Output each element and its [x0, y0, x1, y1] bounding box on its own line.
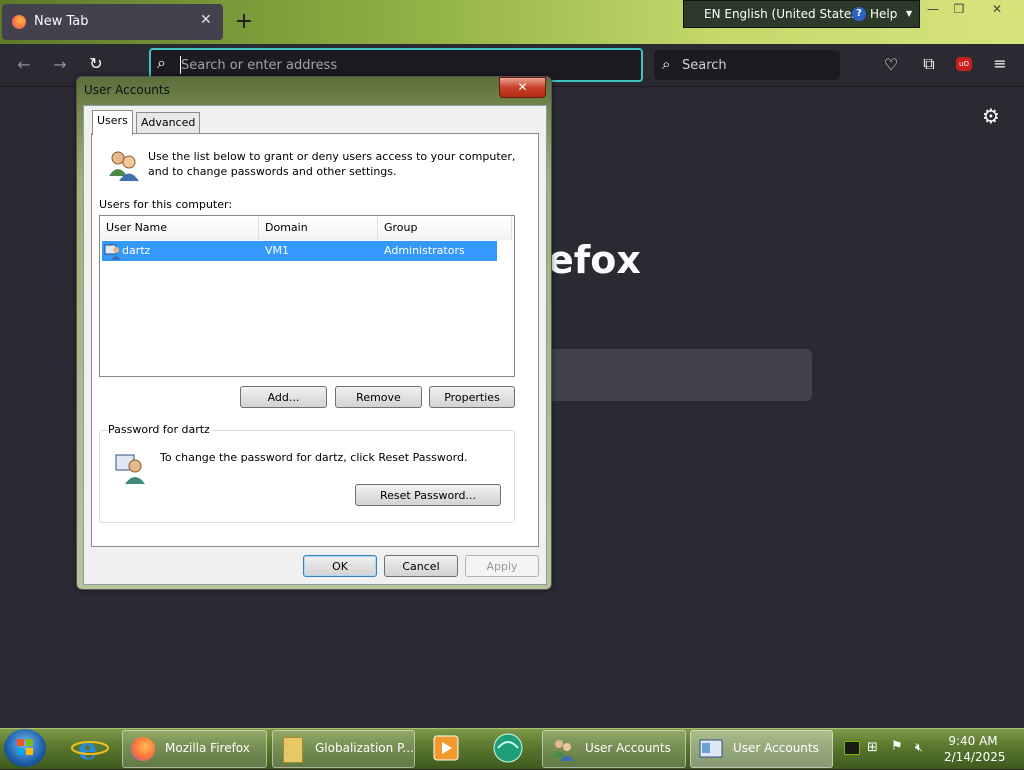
- column-header-user-name[interactable]: User Name: [100, 216, 259, 240]
- ublock-icon[interactable]: uO: [956, 57, 972, 71]
- users-label: Users for this computer:: [99, 198, 233, 211]
- window-close-button[interactable]: ✕: [984, 0, 1010, 18]
- svg-text:e: e: [78, 732, 97, 765]
- column-header-domain[interactable]: Domain: [259, 216, 378, 240]
- volume-muted-icon[interactable]: 🔇︎: [915, 740, 923, 755]
- add-button[interactable]: Add...: [240, 386, 327, 408]
- search-input[interactable]: Search: [682, 58, 727, 73]
- gear-icon[interactable]: ⚙: [982, 104, 1000, 128]
- cell-domain: VM1: [265, 244, 290, 257]
- firefox-icon: [12, 15, 26, 29]
- taskbar-item-label: User Accounts: [733, 741, 819, 755]
- password-group: Password for dartz To change the passwor…: [99, 423, 515, 523]
- reload-icon[interactable]: ↻: [86, 54, 106, 73]
- pocket-icon[interactable]: ♡: [880, 55, 902, 74]
- menu-icon[interactable]: ≡: [990, 54, 1010, 73]
- password-group-label: Password for dartz: [106, 423, 212, 436]
- search-icon: ⌕: [662, 55, 671, 73]
- clock[interactable]: 9:40 AM 2/14/2025: [944, 733, 1006, 765]
- cell-user-name: dartz: [122, 244, 151, 257]
- dialog-client: Users Advanced Use the list below to gra…: [83, 105, 547, 585]
- control-panel-icon: [699, 739, 723, 758]
- user-icon: [104, 244, 121, 260]
- users-list[interactable]: User Name Domain Group dartz VM1 Adminis…: [99, 215, 515, 377]
- windows-logo-icon: [17, 739, 33, 755]
- apply-button[interactable]: Apply: [465, 555, 539, 577]
- url-input[interactable]: Search or enter address: [181, 58, 337, 73]
- taskbar-item-user-accounts-2[interactable]: User Accounts: [690, 730, 833, 768]
- new-tab-button[interactable]: +: [232, 8, 256, 36]
- forward-arrow-icon[interactable]: →: [50, 55, 70, 74]
- search-bar[interactable]: ⌕ Search: [654, 50, 840, 80]
- user-monitor-icon: [115, 454, 145, 484]
- users-icon: [109, 151, 139, 181]
- remove-button[interactable]: Remove: [335, 386, 422, 408]
- start-button[interactable]: [4, 729, 46, 767]
- cell-group: Administrators: [384, 244, 465, 257]
- help-label[interactable]: Help: [870, 7, 897, 21]
- cancel-button[interactable]: Cancel: [384, 555, 458, 577]
- user-accounts-dialog: User Accounts ✕ Users Advanced Use the l…: [76, 76, 552, 590]
- folder-icon: [283, 737, 303, 763]
- table-row[interactable]: dartz VM1 Administrators: [102, 241, 497, 261]
- column-header-group[interactable]: Group: [378, 216, 512, 240]
- taskbar-item-explorer[interactable]: Globalization P...: [272, 730, 415, 768]
- action-center-flag-icon[interactable]: ⚑: [891, 739, 903, 754]
- taskbar-item-label: Mozilla Firefox: [165, 741, 250, 755]
- intro-text: Use the list below to grant or deny user…: [148, 150, 516, 178]
- minimize-button[interactable]: —: [920, 0, 946, 18]
- reset-password-button[interactable]: Reset Password...: [355, 484, 501, 506]
- firefox-wordmark: efox: [548, 238, 641, 282]
- tab-new-tab[interactable]: New Tab ✕: [2, 4, 223, 40]
- network-globe-icon[interactable]: [486, 731, 530, 765]
- properties-button[interactable]: Properties: [429, 386, 515, 408]
- media-player-icon[interactable]: [424, 731, 468, 765]
- search-icon: ⌕: [157, 53, 166, 72]
- clock-time: 9:40 AM: [948, 734, 998, 748]
- restore-button[interactable]: ❐: [946, 0, 972, 18]
- tab-title: New Tab: [34, 14, 89, 29]
- tab-advanced[interactable]: Advanced: [136, 112, 201, 133]
- firefox-icon: [131, 737, 155, 761]
- back-arrow-icon[interactable]: ←: [14, 55, 34, 74]
- tab-users[interactable]: Users: [92, 110, 133, 135]
- taskbar-item-label: Globalization P...: [315, 741, 414, 755]
- password-text: To change the password for dartz, click …: [160, 451, 468, 464]
- help-icon[interactable]: ?: [852, 7, 866, 21]
- clock-date: 2/14/2025: [944, 750, 1006, 764]
- internet-explorer-icon[interactable]: e: [68, 731, 112, 767]
- language-label[interactable]: EN English (United States): [704, 7, 862, 21]
- taskbar-item-label: User Accounts: [585, 741, 671, 755]
- tab-close-icon[interactable]: ✕: [200, 12, 212, 28]
- language-bar[interactable]: EN English (United States) ? Help ▼: [683, 0, 920, 28]
- nvidia-icon[interactable]: [844, 741, 860, 755]
- newtab-search-box[interactable]: [548, 349, 812, 401]
- taskbar-item-user-accounts-1[interactable]: User Accounts: [542, 730, 686, 768]
- ok-button[interactable]: OK: [303, 555, 377, 577]
- users-icon: [552, 740, 574, 761]
- dialog-close-button[interactable]: ✕: [499, 77, 546, 98]
- taskbar-item-firefox[interactable]: Mozilla Firefox: [122, 730, 267, 768]
- chevron-down-icon[interactable]: ▼: [906, 9, 912, 18]
- network-icon[interactable]: ⊞: [867, 740, 878, 755]
- users-tab-panel: Use the list below to grant or deny user…: [91, 133, 539, 547]
- dialog-title: User Accounts: [84, 83, 170, 97]
- extensions-icon[interactable]: ⧉: [918, 54, 940, 74]
